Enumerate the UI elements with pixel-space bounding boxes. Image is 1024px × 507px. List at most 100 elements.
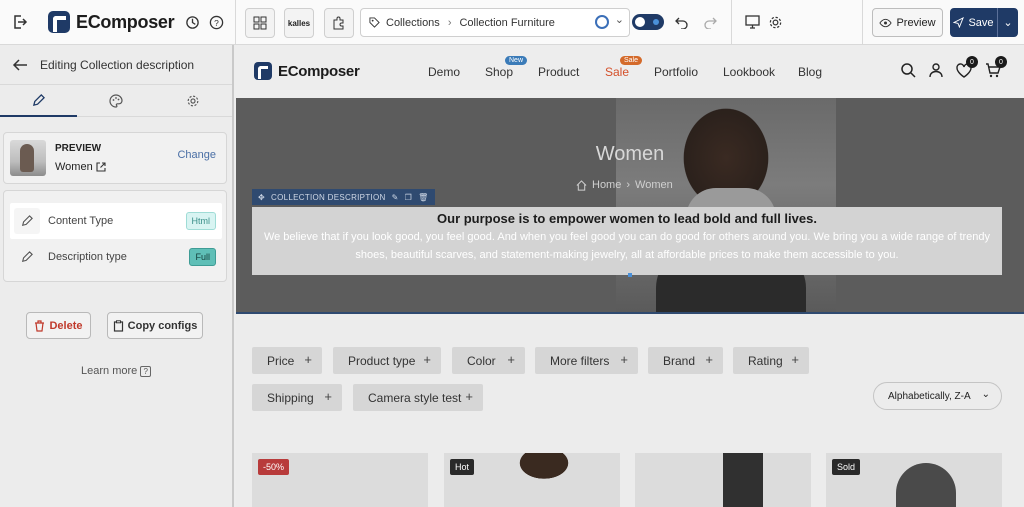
collection-thumbnail <box>10 140 46 176</box>
selected-element-label: COLLECTION DESCRIPTION <box>271 192 386 202</box>
plus-icon: + <box>705 352 713 367</box>
filter-more[interactable]: More filters + <box>535 347 638 374</box>
nav-shop[interactable]: Shop <box>485 65 513 79</box>
history-icon[interactable] <box>180 10 204 34</box>
breadcrumb-women: Women <box>635 179 673 191</box>
tab-content[interactable] <box>0 85 78 117</box>
learn-more-link[interactable]: Learn more ? <box>81 365 152 377</box>
product-image <box>723 453 763 507</box>
filter-product-type[interactable]: Product type + <box>333 347 441 374</box>
product-badge: Sold <box>832 459 861 475</box>
plus-icon: + <box>304 352 312 367</box>
editor-canvas: EComposer Demo Shop New Product Sale Sal… <box>236 45 1024 507</box>
exit-icon[interactable] <box>8 10 32 34</box>
filter-label: More filters <box>550 353 610 368</box>
collection-hero: Women Home › Women ✥ COLLECTION DESCRIPT… <box>236 98 1024 314</box>
hero-model-image <box>616 98 836 312</box>
nav-product[interactable]: Product <box>538 65 579 79</box>
cart-icon[interactable]: 0 <box>983 56 1007 80</box>
product-card[interactable]: -50% <box>252 453 428 507</box>
redo-icon[interactable] <box>698 10 722 34</box>
move-icon[interactable]: ✥ <box>258 193 265 202</box>
duplicate-element-icon[interactable]: ❐ <box>405 193 412 202</box>
undo-icon[interactable] <box>670 10 694 34</box>
desktop-view-icon[interactable] <box>740 10 764 34</box>
home-icon <box>576 179 587 191</box>
sort-select[interactable]: Alphabetically, Z-A ⌄ <box>873 382 1002 410</box>
save-options-chevron-icon[interactable]: ⌄ <box>998 16 1018 29</box>
filter-brand[interactable]: Brand + <box>648 347 723 374</box>
settings-card: Content Type Html Description type Full <box>3 190 227 282</box>
breadcrumb-collections: Collections <box>386 16 440 29</box>
plus-icon: + <box>620 352 628 367</box>
plus-icon: + <box>791 352 799 367</box>
chevron-right-icon: › <box>626 179 631 191</box>
nav-portfolio[interactable]: Portfolio <box>654 65 698 79</box>
chevron-down-icon[interactable]: ⌄ <box>615 13 624 26</box>
description-type-badge: Full <box>189 248 216 266</box>
preview-card: PREVIEW Women Change <box>3 132 227 184</box>
delete-label: Delete <box>49 319 83 332</box>
nav-sale[interactable]: Sale <box>605 65 629 79</box>
extensions-button[interactable] <box>324 8 354 38</box>
tab-design[interactable] <box>77 85 154 116</box>
store-logo[interactable]: EComposer <box>254 62 360 80</box>
content-type-badge: Html <box>185 212 216 230</box>
copy-configs-button[interactable]: Copy configs <box>107 312 203 339</box>
wishlist-heart-icon[interactable]: 0 <box>954 56 978 80</box>
app-logo-text: EComposer <box>76 11 175 32</box>
preview-button[interactable]: Preview <box>872 8 943 37</box>
delete-button[interactable]: Delete <box>26 312 91 339</box>
settings-gear-icon[interactable] <box>763 10 787 34</box>
back-arrow-icon[interactable] <box>0 58 40 72</box>
description-type-setting[interactable]: Description type Full <box>10 239 222 275</box>
page-selector[interactable]: Collections › Collection Furniture ⌄ <box>360 8 630 37</box>
product-card[interactable] <box>635 453 811 507</box>
filter-shipping[interactable]: Shipping + <box>252 384 342 411</box>
breadcrumb-home[interactable]: Home <box>592 179 621 191</box>
store-header: EComposer Demo Shop New Product Sale Sal… <box>236 45 1024 98</box>
filter-color[interactable]: Color + <box>452 347 525 374</box>
preview-collection-name[interactable]: Women <box>55 161 106 173</box>
nav-blog[interactable]: Blog <box>798 65 822 79</box>
globe-icon[interactable] <box>595 15 609 29</box>
resize-handle[interactable] <box>628 273 632 277</box>
search-icon[interactable] <box>898 60 918 80</box>
filter-label: Price <box>267 353 295 368</box>
collection-description-block[interactable]: Our purpose is to empower women to lead … <box>252 207 1002 275</box>
filter-label: Rating <box>748 353 783 368</box>
description-heading: Our purpose is to empower women to lead … <box>437 211 817 226</box>
filter-label: Color <box>467 353 496 368</box>
templates-button[interactable]: kalles <box>284 8 314 38</box>
selected-element-toolbar: ✥ COLLECTION DESCRIPTION ✎ ❐ 🗑 <box>252 189 435 205</box>
preview-heading: PREVIEW <box>55 143 102 154</box>
save-button[interactable]: Save ⌄ <box>950 8 1018 37</box>
product-card[interactable]: Sold <box>826 453 1002 507</box>
description-type-label: Description type <box>48 251 127 263</box>
filter-price[interactable]: Price + <box>252 347 322 374</box>
product-card[interactable]: Hot <box>444 453 620 507</box>
app-logo: EComposer <box>48 11 175 33</box>
filter-camera-style[interactable]: Camera style test + <box>353 384 483 411</box>
nav-demo[interactable]: Demo <box>428 65 460 79</box>
panel-header: Editing Collection description <box>0 45 232 85</box>
layout-grid-button[interactable] <box>245 8 275 38</box>
trash-icon <box>35 319 45 332</box>
content-type-setting[interactable]: Content Type Html <box>10 203 222 239</box>
product-image <box>504 453 584 507</box>
account-icon[interactable] <box>926 60 946 80</box>
edit-element-icon[interactable]: ✎ <box>392 193 399 202</box>
sort-value: Alphabetically, Z-A <box>888 390 971 402</box>
dark-mode-toggle[interactable] <box>632 14 664 30</box>
tab-advanced[interactable] <box>155 85 232 116</box>
breadcrumb-current: Collection Furniture <box>459 16 555 29</box>
pencil-icon <box>14 208 40 234</box>
delete-element-icon[interactable]: 🗑 <box>418 193 428 202</box>
plus-icon: + <box>324 389 332 404</box>
nav-shop-new-badge: New <box>505 56 528 65</box>
filter-rating[interactable]: Rating + <box>733 347 809 374</box>
help-icon[interactable]: ? <box>204 10 228 34</box>
nav-lookbook[interactable]: Lookbook <box>723 65 775 79</box>
change-preview-link[interactable]: Change <box>177 149 216 161</box>
preview-label: Preview <box>896 16 936 29</box>
